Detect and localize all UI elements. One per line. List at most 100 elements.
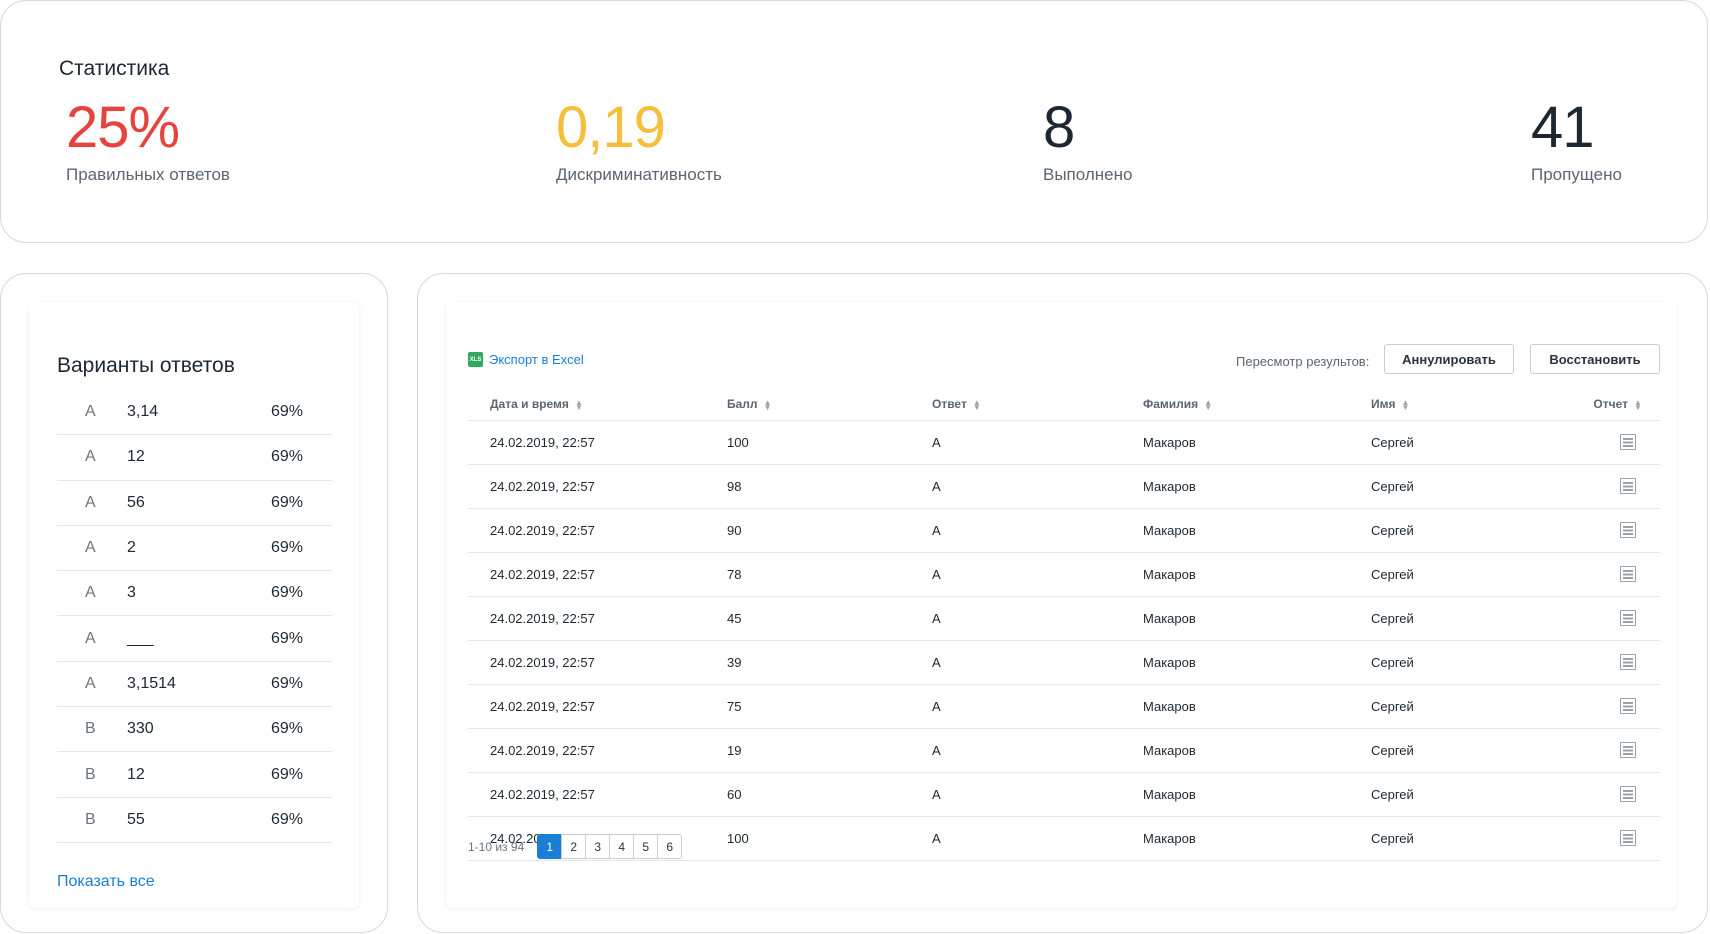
- report-document-icon[interactable]: [1620, 830, 1636, 847]
- cell-first-name: Сергей: [1371, 464, 1579, 509]
- sort-icon: ▲ ▼: [972, 397, 981, 412]
- cell-first-name: Сергей: [1371, 772, 1579, 817]
- answer-variant-percent: 69%: [271, 448, 304, 466]
- report-document-icon[interactable]: [1620, 698, 1636, 715]
- cell-date: 24.02.2019, 22:57: [468, 420, 727, 465]
- report-document-icon[interactable]: [1620, 786, 1636, 803]
- answer-variant-text: 3: [127, 584, 136, 602]
- cell-answer: А: [932, 684, 1143, 729]
- pagination-buttons: 123456: [537, 834, 683, 859]
- cell-date: 24.02.2019, 22:57: [468, 464, 727, 509]
- page-button-6[interactable]: 6: [657, 834, 683, 859]
- cell-date: 24.02.2019, 22:57: [468, 508, 727, 553]
- cell-answer: А: [932, 772, 1143, 817]
- answer-variant-row: А 3 69%: [57, 571, 332, 617]
- cell-first-name: Сергей: [1371, 420, 1579, 465]
- page-button-4[interactable]: 4: [609, 834, 635, 859]
- cell-first-name: Сергей: [1371, 640, 1579, 685]
- stat-value: 25%: [66, 95, 180, 160]
- cell-report: [1579, 816, 1660, 861]
- cell-score: 45: [727, 596, 932, 641]
- report-document-icon[interactable]: [1620, 566, 1636, 583]
- stat-label: Дискриминативность: [556, 165, 722, 184]
- cell-answer: А: [932, 816, 1143, 861]
- cell-answer: А: [932, 508, 1143, 553]
- answer-variant-percent: 69%: [271, 629, 304, 647]
- results-card: XLS Экспорт в Excel Пересмотр результов:…: [417, 273, 1708, 933]
- column-header-first-name[interactable]: Имя ▲ ▼: [1371, 388, 1579, 421]
- answer-variant-letter: А: [85, 403, 96, 421]
- stat-label: Правильных ответов: [66, 165, 230, 184]
- cell-report: [1579, 464, 1660, 509]
- answer-variant-letter: В: [85, 765, 96, 783]
- answer-variants-list: А 3,14 69% А 12 69% А 56 69% А 2 69% А 3 69% А ___ 69% А 3,…: [57, 390, 332, 843]
- statistics-card: Статистика 25% Правильных ответов 0,19 Д…: [0, 0, 1708, 243]
- table-row: 24.02.2019, 22:57 19 А Макаров Сергей: [468, 728, 1660, 773]
- page-button-5[interactable]: 5: [633, 834, 659, 859]
- column-header-label: Фамилия: [1143, 396, 1199, 411]
- cell-report: [1579, 684, 1660, 729]
- answer-variant-row: А 3,14 69%: [57, 390, 332, 436]
- cell-answer: А: [932, 464, 1143, 509]
- table-row: 24.02.2019, 22:57 60 А Макаров Сергей: [468, 772, 1660, 817]
- report-document-icon[interactable]: [1620, 478, 1636, 495]
- page-button-3[interactable]: 3: [585, 834, 611, 859]
- cell-date: 24.02.2019, 22:57: [468, 728, 727, 773]
- answer-variant-row: А 12 69%: [57, 435, 332, 481]
- cell-last-name: Макаров: [1143, 508, 1371, 553]
- column-header-score[interactable]: Балл ▲ ▼: [727, 388, 932, 421]
- stat-value: 41: [1531, 95, 1595, 160]
- cell-answer: А: [932, 596, 1143, 641]
- answer-variant-row: В 12 69%: [57, 752, 332, 798]
- report-document-icon[interactable]: [1620, 742, 1636, 759]
- column-header-label: Балл: [727, 396, 758, 411]
- answer-variant-text: 3,14: [127, 403, 159, 421]
- column-header-report[interactable]: Отчет ▲ ▼: [1579, 388, 1660, 421]
- answer-variant-text: 3,1514: [127, 674, 176, 692]
- cell-date: 24.02.2019, 22:57: [468, 684, 727, 729]
- stat-correct-answers: 25% Правильных ответов: [66, 97, 230, 185]
- stat-skipped: 41 Пропущено: [1531, 97, 1622, 185]
- column-header-date[interactable]: Дата и время ▲ ▼: [468, 388, 727, 421]
- answer-variant-text: 2: [127, 539, 136, 557]
- cell-score: 19: [727, 728, 932, 773]
- column-header-last-name[interactable]: Фамилия ▲ ▼: [1143, 388, 1371, 421]
- cell-last-name: Макаров: [1143, 464, 1371, 509]
- cell-last-name: Макаров: [1143, 420, 1371, 465]
- sort-icon: ▲ ▼: [763, 397, 772, 412]
- cell-date: 24.02.2019, 22:57: [468, 552, 727, 597]
- annul-button[interactable]: Аннулировать: [1384, 344, 1514, 374]
- cell-report: [1579, 772, 1660, 817]
- statistics-title: Статистика: [59, 57, 170, 80]
- cell-report: [1579, 596, 1660, 641]
- page-button-2[interactable]: 2: [561, 834, 587, 859]
- answer-variant-letter: А: [85, 493, 96, 511]
- answer-variant-percent: 69%: [271, 810, 304, 828]
- column-header-label: Отчет: [1593, 396, 1628, 411]
- report-document-icon[interactable]: [1620, 522, 1636, 539]
- report-document-icon[interactable]: [1620, 434, 1636, 451]
- cell-answer: А: [932, 420, 1143, 465]
- stat-value: 8: [1043, 95, 1075, 160]
- export-excel-link[interactable]: XLS Экспорт в Excel: [468, 352, 584, 367]
- answer-variant-letter: А: [85, 629, 96, 647]
- column-header-label: Имя: [1371, 396, 1396, 411]
- cell-first-name: Сергей: [1371, 552, 1579, 597]
- cell-score: 100: [727, 420, 932, 465]
- xls-file-icon: XLS: [468, 352, 483, 367]
- cell-date: 24.02.2019, 22:57: [468, 772, 727, 817]
- restore-button[interactable]: Восстановить: [1530, 344, 1660, 374]
- answer-variant-letter: В: [85, 720, 96, 738]
- column-header-answer[interactable]: Ответ ▲ ▼: [932, 388, 1143, 421]
- page-button-1[interactable]: 1: [537, 834, 563, 859]
- cell-answer: А: [932, 552, 1143, 597]
- report-document-icon[interactable]: [1620, 610, 1636, 627]
- export-excel-label: Экспорт в Excel: [489, 352, 584, 367]
- report-document-icon[interactable]: [1620, 654, 1636, 671]
- show-all-link[interactable]: Показать все: [57, 873, 155, 891]
- table-row: 24.02.2019, 22:57 45 А Макаров Сергей: [468, 596, 1660, 641]
- column-header-label: Ответ: [932, 396, 967, 411]
- answer-variant-letter: А: [85, 584, 96, 602]
- stat-label: Пропущено: [1531, 165, 1622, 184]
- table-row: 24.02.2019, 22:57 90 А Макаров Сергей: [468, 508, 1660, 553]
